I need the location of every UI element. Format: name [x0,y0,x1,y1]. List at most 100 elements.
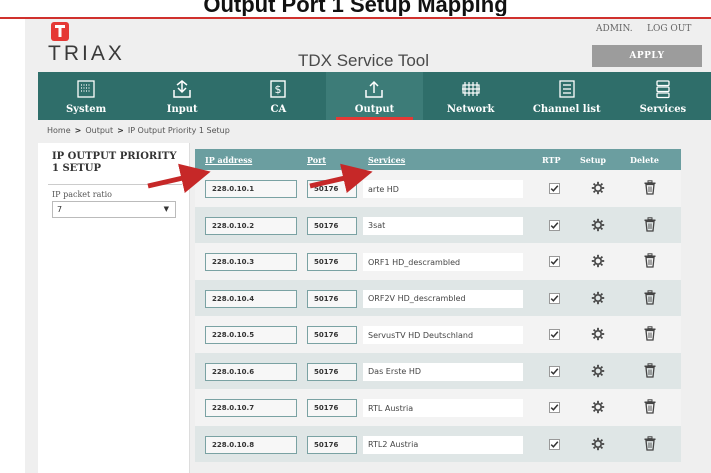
port-field[interactable]: 50176 [307,289,357,308]
port-field[interactable]: 50176 [307,180,357,198]
trash-icon[interactable] [643,253,657,268]
port-field[interactable]: 50176 [307,326,357,344]
nav-item-network[interactable]: Network [423,72,519,120]
trash-icon[interactable] [643,289,657,305]
chevron-right-icon: > [117,126,124,135]
ip-address-field[interactable]: 228.0.10.8 [205,435,297,454]
gear-icon[interactable] [591,218,605,232]
gear-icon[interactable] [591,364,605,378]
services-icon [656,80,670,99]
column-header-services[interactable]: Services [368,155,405,165]
logo-text: TRIAX [48,42,125,65]
service-name: Das Erste HD [363,362,523,381]
breadcrumb-home[interactable]: Home [47,126,71,135]
service-name: ServusTV HD Deutschland [363,326,523,344]
rtp-checkbox[interactable] [549,256,560,267]
trash-icon[interactable] [643,326,657,341]
column-header-setup: Setup [580,155,606,165]
port-field[interactable]: 50176 [307,253,357,271]
nav-label: Network [446,104,495,115]
table-row: 228.0.10.8 50176 RTL2 Austria [195,425,681,462]
app-title: TDX Service Tool [298,51,430,70]
rtp-checkbox[interactable] [549,438,560,450]
trash-icon[interactable] [643,362,657,378]
nav-label: Services [639,104,687,115]
nav-item-input[interactable]: Input [134,72,230,120]
rtp-checkbox[interactable] [549,402,560,413]
nav-item-services[interactable]: Services [615,72,711,120]
service-name: 3sat [363,216,523,235]
ip-address-field[interactable]: 228.0.10.6 [205,362,297,381]
apply-button[interactable]: APPLY [592,45,702,67]
port-field[interactable]: 50176 [307,362,357,381]
column-header-delete: Delete [630,155,659,165]
gear-icon[interactable] [591,181,605,195]
column-header-rtp: RTP [542,155,561,165]
breadcrumb-current: IP Output Priority 1 Setup [127,126,230,135]
network-icon [461,82,480,96]
table-row: 228.0.10.4 50176 ORF2V HD_descrambled [195,279,681,316]
rtp-checkbox[interactable] [549,292,560,304]
breadcrumb: Home > Output > IP Output Priority 1 Set… [47,126,230,135]
rtp-checkbox[interactable] [549,329,560,340]
gear-icon[interactable] [591,400,605,414]
port-field[interactable]: 50176 [307,216,357,235]
trash-icon[interactable] [643,399,657,414]
ip-address-field[interactable]: 228.0.10.5 [205,326,297,344]
panel-divider [48,184,182,185]
nav-label: Channel list [532,104,601,115]
nav-item-ca[interactable]: $ CA [230,72,326,120]
nav-item-channel-list[interactable]: Channel list [519,72,615,120]
nav-label: Input [166,104,198,115]
input-icon [173,80,191,98]
ip-address-field[interactable]: 228.0.10.2 [205,216,297,235]
breadcrumb-output[interactable]: Output [85,126,113,135]
column-header-port[interactable]: Port [307,155,326,165]
ip-packet-ratio-select[interactable]: 7 ▼ [52,201,176,218]
nav-item-output[interactable]: Output [326,72,423,120]
nav-item-system[interactable]: System [38,72,134,120]
gear-icon[interactable] [591,254,605,268]
table-row: 228.0.10.6 50176 Das Erste HD [195,352,681,389]
svg-text:$: $ [275,83,282,96]
table-row: 228.0.10.5 50176 ServusTV HD Deutschland [195,316,681,353]
table-header: IP address Port Services RTP Setup Delet… [195,149,681,170]
gear-icon[interactable] [591,327,605,341]
table-row: 228.0.10.3 50176 ORF1 HD_descrambled [195,243,681,280]
service-name: ORF2V HD_descrambled [363,289,523,308]
nav-label: Output [354,104,395,115]
page-caption: Output Port 1 Setup Mapping [203,0,508,16]
logout-link[interactable]: LOG OUT [647,24,691,34]
table-body: 228.0.10.1 50176 arte HD 228.0.10.2 5017… [195,170,681,462]
gear-icon[interactable] [591,291,605,305]
gear-icon[interactable] [591,437,605,451]
chevron-down-icon: ▼ [163,205,169,213]
left-panel: IP OUTPUT PRIORITY 1 SETUP IP packet rat… [38,143,190,473]
output-icon [365,80,384,98]
ratio-value: 7 [57,205,63,214]
service-name: arte HD [363,180,523,198]
table-row: 228.0.10.2 50176 3sat [195,206,681,243]
panel-title: IP OUTPUT PRIORITY 1 SETUP [52,151,177,174]
trash-icon[interactable] [643,435,657,451]
rtp-checkbox[interactable] [549,183,560,194]
port-field[interactable]: 50176 [307,435,357,454]
trash-icon[interactable] [643,180,657,195]
trash-icon[interactable] [643,216,657,232]
channel-list-icon [559,80,575,98]
ip-address-field[interactable]: 228.0.10.1 [205,180,297,198]
rtp-checkbox[interactable] [549,365,560,377]
nav-label: System [65,104,107,115]
ip-address-field[interactable]: 228.0.10.7 [205,399,297,417]
port-field[interactable]: 50176 [307,399,357,417]
column-header-ip[interactable]: IP address [205,155,252,165]
ip-packet-ratio-label: IP packet ratio [52,190,112,199]
ip-address-field[interactable]: 228.0.10.3 [205,253,297,271]
ip-output-table: IP address Port Services RTP Setup Delet… [195,149,681,462]
admin-link[interactable]: ADMIN. [596,24,633,34]
table-row: 228.0.10.7 50176 RTL Austria [195,389,681,426]
rtp-checkbox[interactable] [549,219,560,231]
ip-address-field[interactable]: 228.0.10.4 [205,289,297,308]
system-icon [77,80,95,98]
triax-logo-icon [51,22,69,41]
